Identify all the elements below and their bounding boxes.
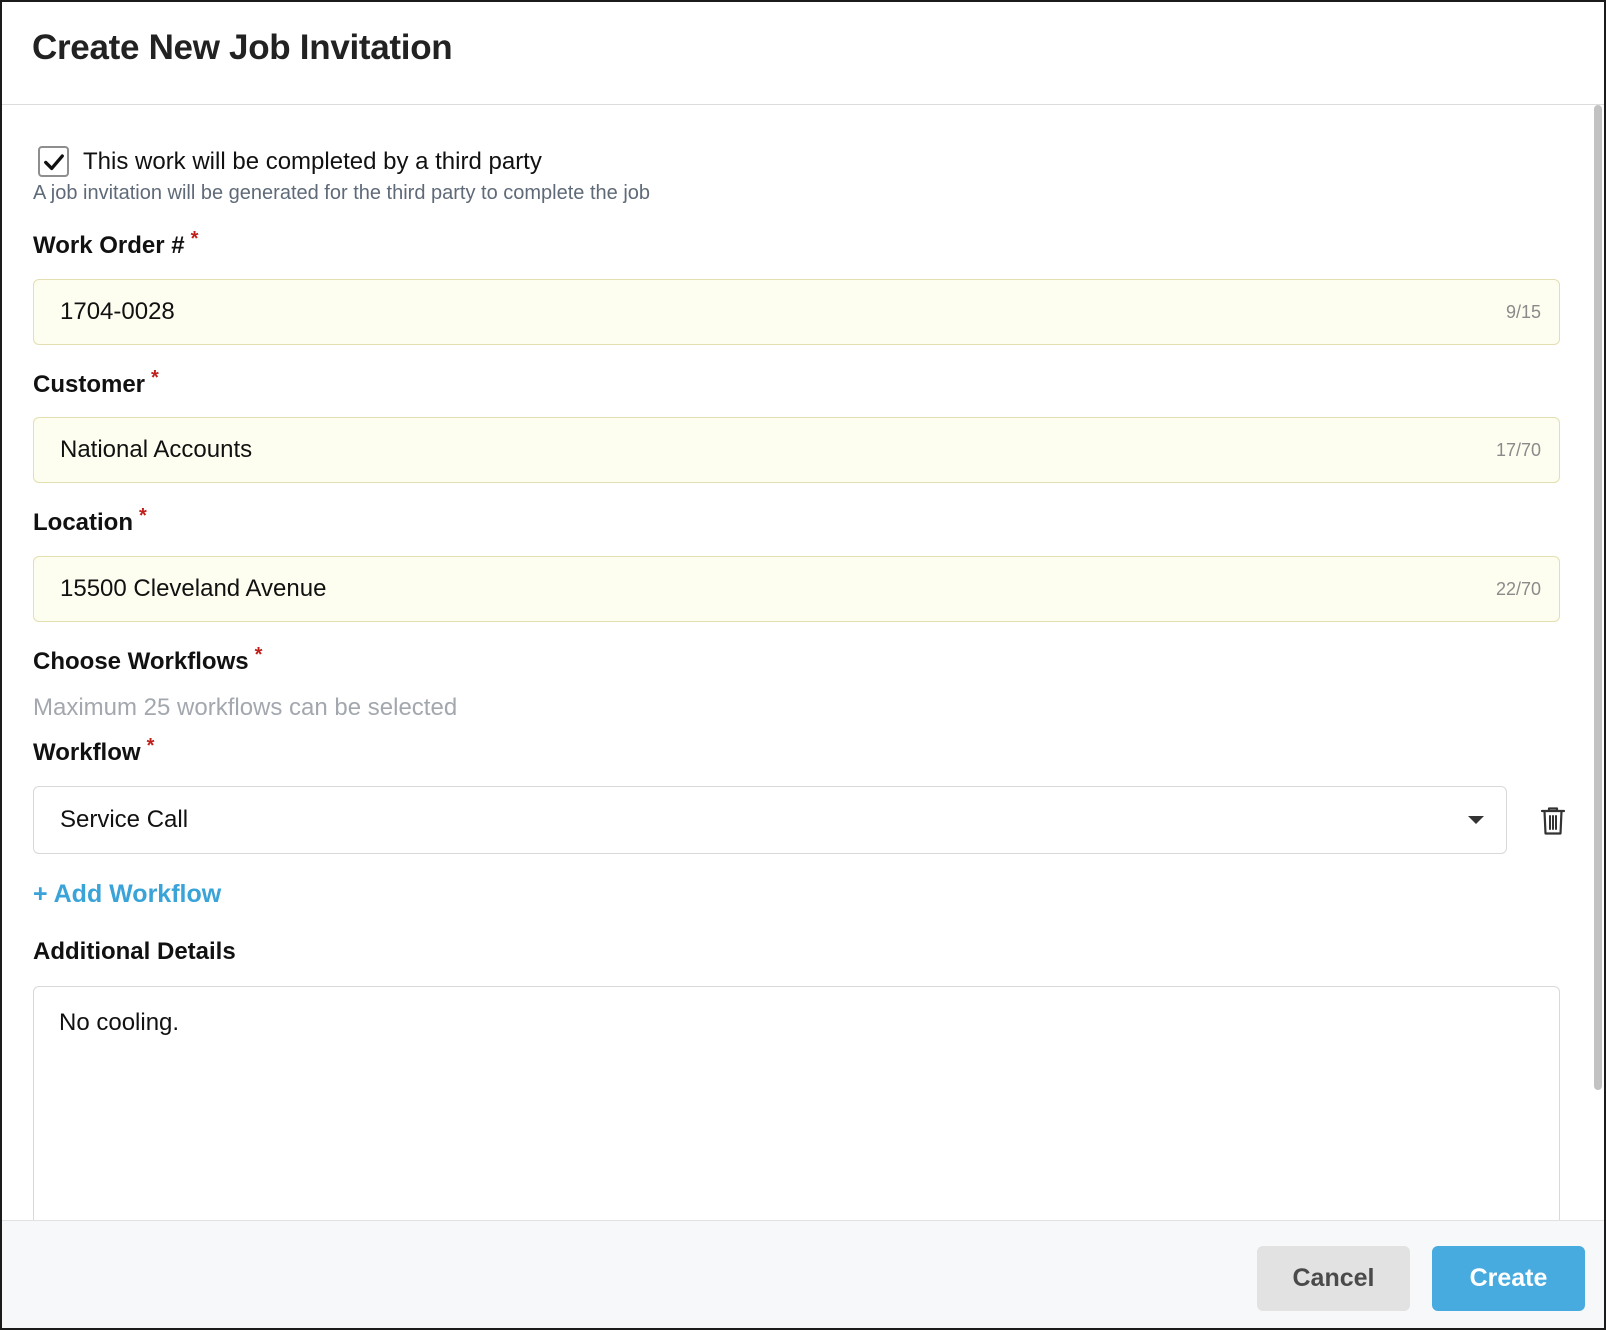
- third-party-checkbox-label[interactable]: This work will be completed by a third p…: [83, 148, 542, 176]
- location-input[interactable]: 15500 Cleveland Avenue 22/70: [33, 556, 1560, 622]
- location-label: Location *: [33, 505, 147, 537]
- dialog-body: This work will be completed by a third p…: [2, 106, 1604, 1220]
- dialog-footer: Cancel Create: [2, 1220, 1604, 1328]
- add-workflow-link[interactable]: + Add Workflow: [33, 880, 221, 909]
- dialog-header: Create New Job Invitation: [2, 2, 1604, 105]
- work-order-char-counter: 9/15: [1505, 301, 1541, 322]
- check-icon: [43, 153, 64, 170]
- work-order-label-text: Work Order #: [33, 232, 185, 259]
- trash-icon[interactable]: [1540, 806, 1566, 836]
- create-button[interactable]: Create: [1432, 1246, 1585, 1311]
- choose-workflows-label: Choose Workflows *: [33, 644, 262, 676]
- required-mark: *: [151, 367, 159, 389]
- dialog-title: Create New Job Invitation: [32, 28, 453, 67]
- customer-input[interactable]: National Accounts 17/70: [33, 417, 1560, 483]
- customer-label-text: Customer: [33, 371, 146, 398]
- additional-details-textarea[interactable]: No cooling.: [33, 986, 1560, 1220]
- work-order-input[interactable]: 1704-0028 9/15: [33, 279, 1560, 345]
- workflow-select-value[interactable]: Service Call: [60, 806, 1468, 834]
- required-mark: *: [190, 228, 199, 250]
- location-char-counter: 22/70: [1495, 578, 1541, 599]
- workflow-label-text: Workflow: [33, 739, 141, 766]
- caret-down-icon[interactable]: [1468, 816, 1484, 824]
- workflows-limit-hint: Maximum 25 workflows can be selected: [33, 694, 458, 721]
- customer-char-counter: 17/70: [1495, 439, 1541, 460]
- workflow-select[interactable]: Service Call: [33, 786, 1507, 854]
- work-order-label: Work Order # *: [33, 228, 198, 260]
- work-order-value[interactable]: 1704-0028: [60, 298, 1506, 326]
- required-mark: *: [146, 735, 155, 757]
- additional-details-label: Additional Details: [33, 938, 236, 965]
- required-mark: *: [254, 644, 263, 666]
- cancel-button[interactable]: Cancel: [1257, 1246, 1410, 1311]
- job-invitation-dialog: Create New Job Invitation This work will…: [0, 0, 1606, 1330]
- choose-workflows-label-text: Choose Workflows: [33, 648, 249, 675]
- required-mark: *: [139, 505, 147, 527]
- third-party-help-text: A job invitation will be generated for t…: [33, 182, 651, 204]
- location-label-text: Location: [33, 509, 133, 536]
- customer-value[interactable]: National Accounts: [60, 436, 1496, 464]
- customer-label: Customer *: [33, 367, 159, 399]
- third-party-checkbox[interactable]: [38, 146, 69, 177]
- workflow-label: Workflow *: [33, 735, 154, 767]
- location-value[interactable]: 15500 Cleveland Avenue: [60, 575, 1496, 603]
- third-party-checkbox-row: This work will be completed by a third p…: [38, 146, 542, 177]
